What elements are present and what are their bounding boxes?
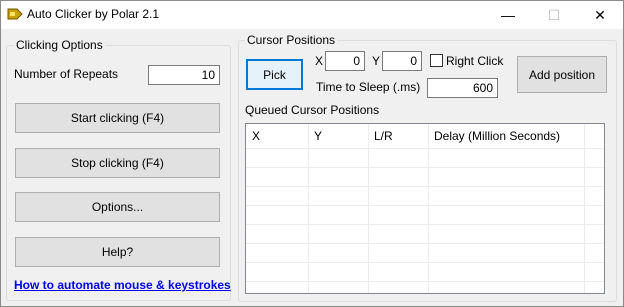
column-divider: [584, 124, 585, 293]
repeats-input[interactable]: 10: [148, 65, 220, 85]
column-header-delay[interactable]: Delay (Million Seconds): [428, 124, 584, 148]
x-input[interactable]: 0: [325, 51, 365, 71]
column-divider: [428, 124, 429, 293]
row-divider: [246, 186, 604, 187]
column-header-x[interactable]: X: [246, 124, 308, 148]
queued-positions-list[interactable]: X Y L/R Delay (Million Seconds): [245, 123, 605, 294]
repeats-label: Number of Repeats: [14, 67, 119, 81]
start-clicking-button[interactable]: Start clicking (F4): [15, 103, 220, 133]
row-divider: [246, 224, 604, 225]
add-position-button[interactable]: Add position: [517, 56, 607, 93]
sleep-input[interactable]: 600: [427, 78, 498, 98]
app-icon: [7, 8, 23, 20]
row-divider: [246, 243, 604, 244]
right-click-checkbox[interactable]: [430, 54, 443, 67]
row-divider: [246, 205, 604, 206]
column-header-lr[interactable]: L/R: [368, 124, 428, 148]
maximize-button[interactable]: ☐: [531, 1, 577, 29]
y-input[interactable]: 0: [382, 51, 422, 71]
row-divider: [246, 262, 604, 263]
app-window: Auto Clicker by Polar 2.1 — ☐ ✕ Clicking…: [0, 0, 624, 307]
clicking-options-label: Clicking Options: [14, 38, 105, 52]
sleep-label: Time to Sleep (.ms): [316, 80, 421, 94]
column-divider: [308, 124, 309, 293]
cursor-positions-label: Cursor Positions: [245, 33, 338, 47]
automate-link[interactable]: How to automate mouse & keystrokes: [14, 278, 231, 292]
pick-button[interactable]: Pick: [246, 59, 303, 90]
options-button[interactable]: Options...: [15, 192, 220, 222]
close-button[interactable]: ✕: [577, 1, 623, 29]
row-divider: [246, 167, 604, 168]
minimize-button[interactable]: —: [485, 1, 531, 29]
x-label: X: [315, 54, 324, 68]
queue-label: Queued Cursor Positions: [245, 103, 380, 117]
row-divider: [246, 148, 604, 149]
right-click-label[interactable]: Right Click: [446, 54, 503, 68]
list-header: X Y L/R Delay (Million Seconds): [246, 124, 604, 148]
column-header-y[interactable]: Y: [308, 124, 368, 148]
stop-clicking-button[interactable]: Stop clicking (F4): [15, 148, 220, 178]
title-bar[interactable]: Auto Clicker by Polar 2.1 — ☐ ✕: [1, 1, 623, 29]
window-title: Auto Clicker by Polar 2.1: [27, 7, 160, 21]
help-button[interactable]: Help?: [15, 237, 220, 267]
y-label: Y: [372, 54, 381, 68]
column-divider: [368, 124, 369, 293]
row-divider: [246, 281, 604, 282]
